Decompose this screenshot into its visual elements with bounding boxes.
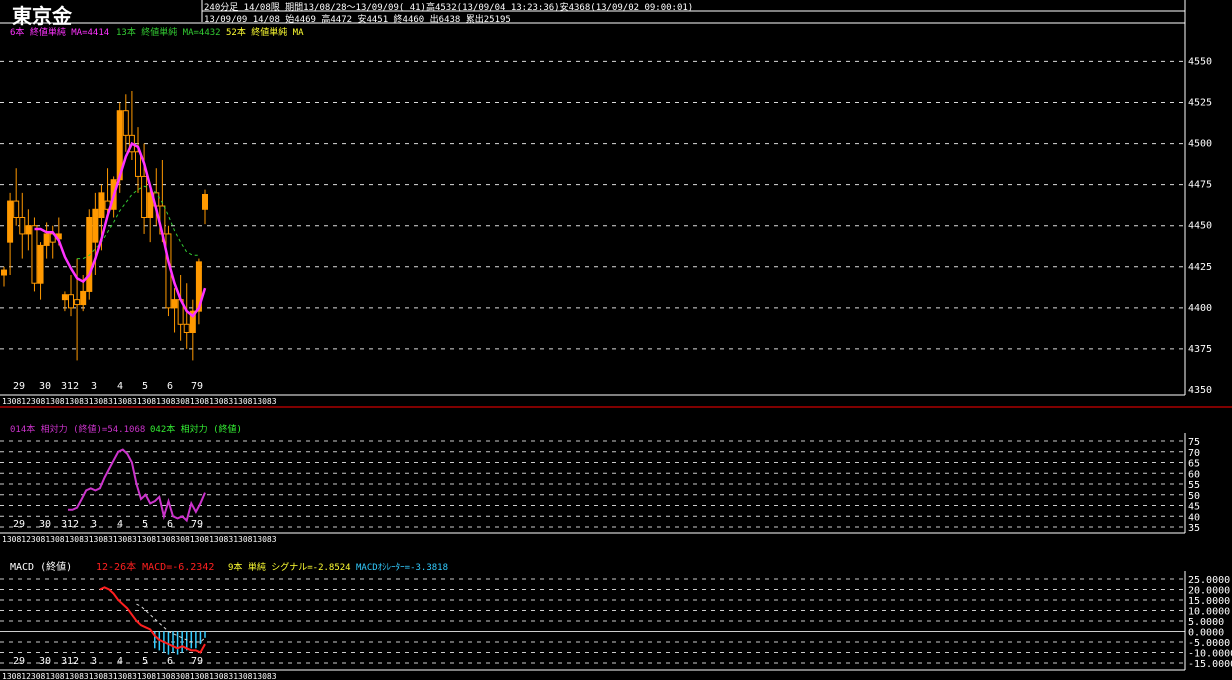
macd-tick-label: 15.0000 bbox=[1188, 596, 1230, 607]
x-axis-label: 6 bbox=[167, 519, 173, 530]
price-tick-label: 4450 bbox=[1188, 221, 1212, 232]
x-axis-label: 29 bbox=[13, 519, 25, 530]
candle-body bbox=[183, 323, 190, 333]
legend-ma13: 13本 終値単純 MA=4432 bbox=[116, 26, 221, 38]
macd-tick-label: 20.0000 bbox=[1188, 586, 1230, 597]
x-axis-label: 6 bbox=[167, 381, 173, 392]
x-axis-label: 4 bbox=[117, 656, 123, 667]
x-axis-label: 30 bbox=[39, 381, 51, 392]
rsi-tick-label: 40 bbox=[1188, 512, 1200, 523]
macd-tick-label: -10.0000 bbox=[1188, 649, 1232, 660]
rsi-tick-label: 60 bbox=[1188, 469, 1200, 480]
x-axis-label: 5 bbox=[142, 519, 148, 530]
date-strip: 1308123081308130831308313083130813083081… bbox=[2, 535, 277, 544]
x-axis-label: 5 bbox=[142, 381, 148, 392]
candle-body bbox=[141, 175, 148, 219]
x-axis-label: 5 bbox=[142, 656, 148, 667]
candle-body bbox=[122, 110, 129, 136]
rsi14-line bbox=[68, 448, 206, 523]
candle-body bbox=[1, 269, 7, 276]
x-axis-label: 3 bbox=[91, 519, 97, 530]
macd-tick-label: 10.0000 bbox=[1188, 607, 1230, 618]
chart-canvas: 4550452545004475445044254400437543506本 終… bbox=[0, 0, 1232, 680]
x-axis-label: 312 bbox=[61, 656, 79, 667]
x-axis-label: 30 bbox=[39, 656, 51, 667]
candle-body bbox=[13, 200, 20, 218]
rsi-tick-label: 35 bbox=[1188, 523, 1200, 534]
legend-ma6: 6本 終値単純 MA=4414 bbox=[10, 26, 109, 38]
signal-line bbox=[136, 603, 206, 643]
candle-body bbox=[68, 294, 74, 309]
x-axis-label: 3 bbox=[91, 381, 97, 392]
candle-body bbox=[7, 200, 14, 243]
macd-tick-label: 5.0000 bbox=[1188, 617, 1224, 628]
candle-body bbox=[80, 290, 87, 306]
price-tick-label: 4375 bbox=[1188, 344, 1212, 355]
candle-body bbox=[171, 299, 178, 309]
candle-body bbox=[135, 151, 141, 177]
candle-body bbox=[92, 208, 99, 243]
legend-macd-title: MACD (終値) bbox=[10, 560, 72, 573]
macd-line bbox=[99, 586, 206, 654]
x-axis-label: 312 bbox=[61, 519, 79, 530]
candle-body bbox=[61, 294, 68, 301]
macd-tick-label: 25.0000 bbox=[1188, 575, 1230, 586]
x-axis-label: 79 bbox=[191, 656, 203, 667]
legend-osc: MACDｵｼﾚｰﾀｰ=-3.3818 bbox=[356, 562, 448, 573]
candle-body bbox=[98, 192, 105, 219]
price-tick-label: 4400 bbox=[1188, 303, 1212, 314]
price-tick-label: 4425 bbox=[1188, 262, 1212, 273]
price-tick-label: 4475 bbox=[1188, 180, 1212, 191]
x-axis-label: 30 bbox=[39, 519, 51, 530]
candle-body bbox=[43, 233, 50, 246]
price-tick-label: 4350 bbox=[1188, 385, 1212, 396]
rsi-tick-label: 75 bbox=[1188, 437, 1200, 448]
x-axis-label: 79 bbox=[191, 381, 203, 392]
macd-tick-label: -5.0000 bbox=[1188, 638, 1230, 649]
rsi-tick-label: 45 bbox=[1188, 502, 1200, 513]
x-axis-label: 79 bbox=[191, 519, 203, 530]
candle-body bbox=[86, 217, 93, 292]
legend-ma52: 52本 終値単純 MA bbox=[226, 26, 304, 38]
rsi-tick-label: 65 bbox=[1188, 459, 1200, 470]
candle-body bbox=[37, 244, 44, 284]
date-strip: 1308123081308130831308313083130813083081… bbox=[2, 397, 277, 406]
macd-tick-label: 0.0000 bbox=[1188, 628, 1224, 639]
rsi-tick-label: 70 bbox=[1188, 448, 1200, 459]
x-axis-label: 6 bbox=[167, 656, 173, 667]
x-axis-label: 3 bbox=[91, 656, 97, 667]
candle-body bbox=[74, 299, 81, 306]
x-axis-label: 29 bbox=[13, 381, 25, 392]
candle-body bbox=[202, 194, 208, 210]
x-axis-label: 312 bbox=[61, 381, 79, 392]
price-tick-label: 4525 bbox=[1188, 98, 1212, 109]
candle-body bbox=[31, 225, 38, 284]
x-axis-label: 29 bbox=[13, 656, 25, 667]
rsi-tick-label: 55 bbox=[1188, 480, 1200, 491]
date-strip: 1308123081308130831308313083130813083081… bbox=[2, 672, 277, 680]
macd-tick-label: -15.0000 bbox=[1188, 659, 1232, 670]
legend-signal: 9本 単純 シグナル=-2.8524 bbox=[228, 561, 351, 573]
x-axis-label: 4 bbox=[117, 519, 123, 530]
legend-rsi42: 042本 相対力 (終値) bbox=[150, 423, 242, 435]
price-tick-label: 4500 bbox=[1188, 139, 1212, 150]
rsi-tick-label: 50 bbox=[1188, 491, 1200, 502]
candle-body bbox=[19, 217, 26, 235]
candle-body bbox=[25, 225, 32, 235]
price-tick-label: 4550 bbox=[1188, 56, 1212, 67]
x-axis-label: 4 bbox=[117, 381, 123, 392]
legend-rsi14: 014本 相対力 (終値)=54.1068 bbox=[10, 423, 145, 435]
legend-macd: 12-26本 MACD=-6.2342 bbox=[96, 560, 214, 573]
